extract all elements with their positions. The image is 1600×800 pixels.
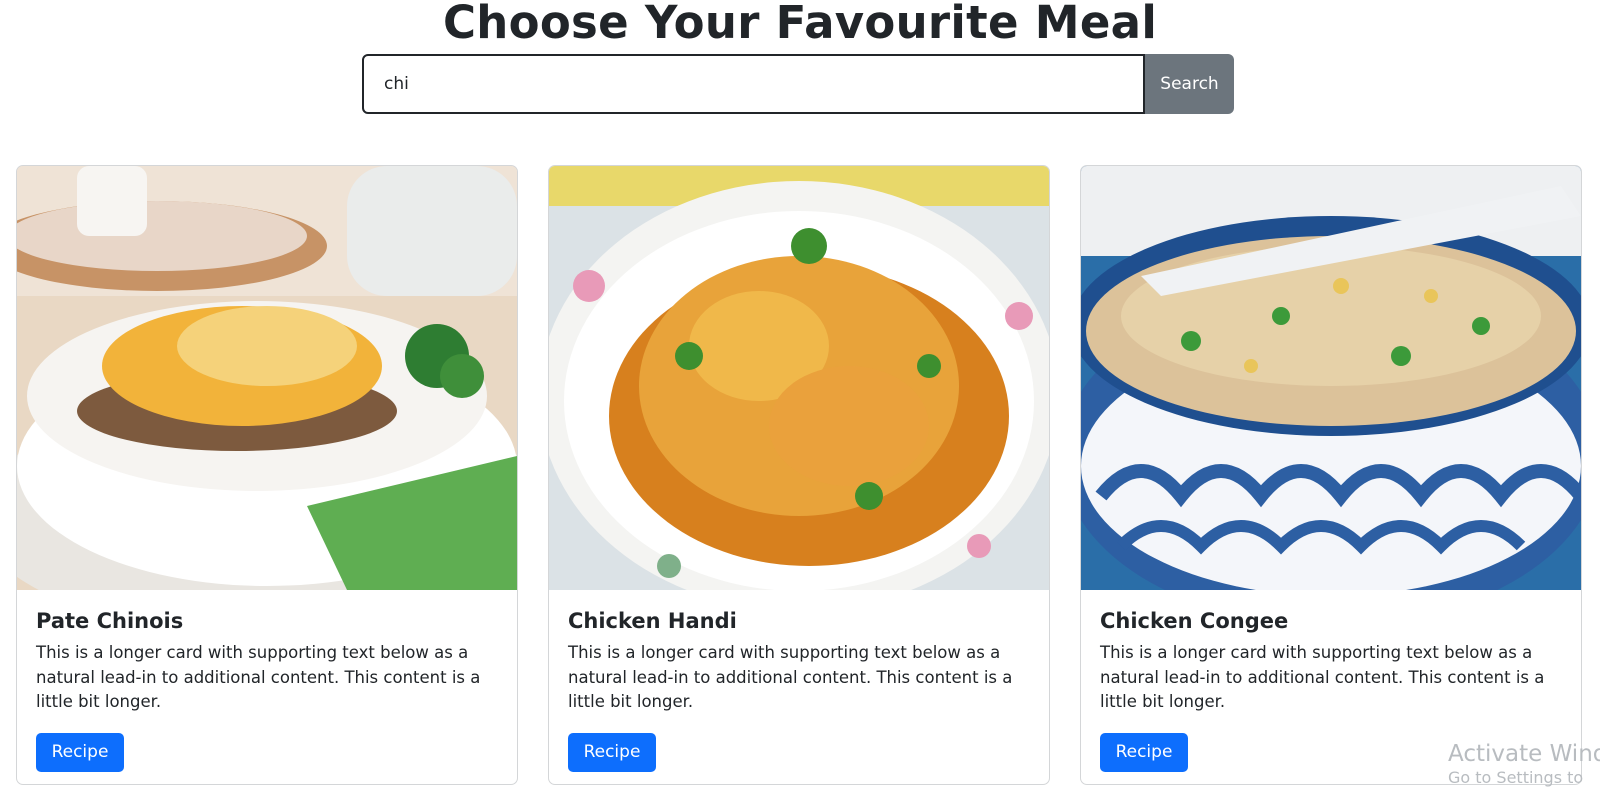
meal-image [17, 166, 517, 590]
search-input[interactable] [362, 54, 1145, 114]
recipe-button[interactable]: Recipe [36, 732, 124, 772]
recipe-button[interactable]: Recipe [568, 732, 656, 772]
recipe-button[interactable]: Recipe [1100, 732, 1188, 772]
meal-card: Pate Chinois This is a longer card with … [16, 165, 518, 785]
meal-image [549, 166, 1049, 590]
card-title: Chicken Handi [568, 609, 737, 633]
page-title: Choose Your Favourite Meal [442, 0, 1158, 49]
meal-card: Chicken Congee This is a longer card wit… [1080, 165, 1582, 785]
meal-image [1081, 166, 1581, 590]
card-text: This is a longer card with supporting te… [36, 643, 481, 711]
card-text: This is a longer card with supporting te… [1100, 643, 1545, 711]
watermark-title: Activate Wind [1448, 741, 1600, 767]
card-text: This is a longer card with supporting te… [568, 643, 1013, 711]
meal-card: Chicken Handi This is a longer card with… [548, 165, 1050, 785]
meal-cards: Pate Chinois This is a longer card with … [16, 165, 1584, 785]
search-button[interactable]: Search [1145, 54, 1234, 114]
card-title: Chicken Congee [1100, 609, 1289, 633]
watermark-subtitle: Go to Settings to [1448, 768, 1584, 787]
windows-activation-watermark: Activate Wind Go to Settings to [1448, 740, 1600, 788]
card-title: Pate Chinois [36, 609, 184, 633]
search-bar: Search [362, 54, 1234, 114]
